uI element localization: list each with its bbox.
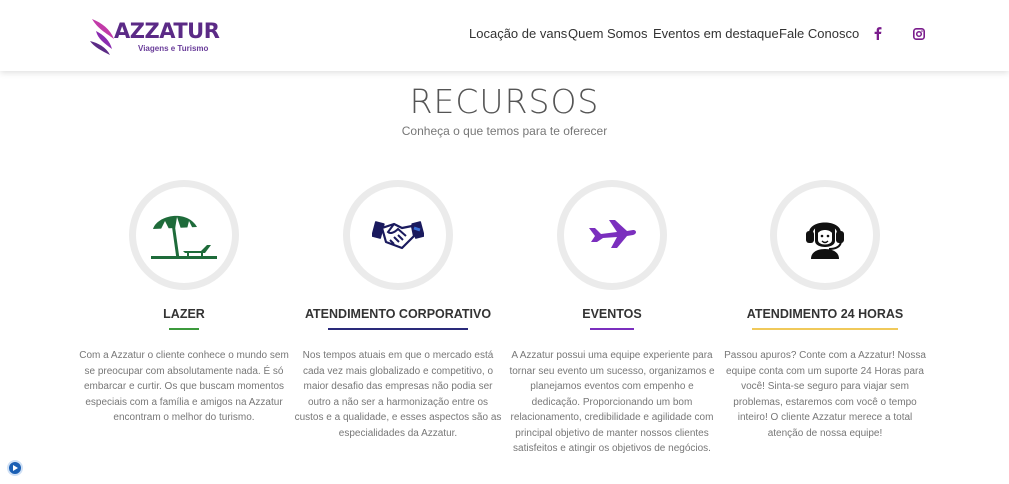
site-header: AZZATUR Viagens e Turismo Locação de van…	[0, 0, 1009, 71]
section-title: RECURSOS	[409, 82, 600, 121]
feature-title-underline	[328, 328, 468, 330]
feature-description: Nos tempos atuais em que o mercado está …	[294, 350, 502, 439]
handshake-icon	[372, 221, 424, 250]
feature-title-underline	[590, 328, 634, 330]
feature-title: ATENDIMENTO CORPORATIVO	[304, 307, 492, 321]
nav-item-eventos-em-destaque[interactable]: Eventos em destaque	[653, 26, 779, 41]
airplane-icon	[589, 220, 636, 248]
instagram-icon[interactable]	[913, 27, 925, 45]
play-icon	[13, 465, 18, 471]
nav-item-fale-conosco[interactable]: Fale Conosco	[779, 26, 859, 41]
section-subtitle: Conheça o que temos para te oferecer	[401, 124, 608, 138]
accessibility-widget-button[interactable]	[7, 460, 23, 476]
feature-icon-circle	[557, 180, 667, 290]
feature-icon-circle	[129, 180, 239, 290]
feature-title: LAZER	[163, 307, 205, 321]
feature-description: Passou apuros? Conte com a Azzatur! Noss…	[724, 350, 926, 439]
feature-icon-circle	[770, 180, 880, 290]
beach-umbrella-icon	[151, 215, 217, 259]
nav-item-locacao-de-vans[interactable]: Locação de vans	[469, 26, 567, 41]
feature-icon-circle	[343, 180, 453, 290]
facebook-icon[interactable]	[874, 27, 882, 45]
main-nav: Locação de vans Quem Somos Eventos em de…	[0, 26, 1009, 46]
feature-title-underline	[752, 328, 898, 330]
feature-description: A Azzatur possui uma equipe experiente p…	[509, 350, 715, 454]
support-agent-icon	[806, 222, 844, 259]
feature-description: Com a Azzatur o cliente conhece o mundo …	[79, 350, 289, 423]
feature-title-underline	[169, 328, 199, 330]
feature-title: ATENDIMENTO 24 HORAS	[746, 307, 904, 321]
nav-item-quem-somos[interactable]: Quem Somos	[568, 26, 647, 41]
feature-title: EVENTOS	[582, 307, 642, 321]
